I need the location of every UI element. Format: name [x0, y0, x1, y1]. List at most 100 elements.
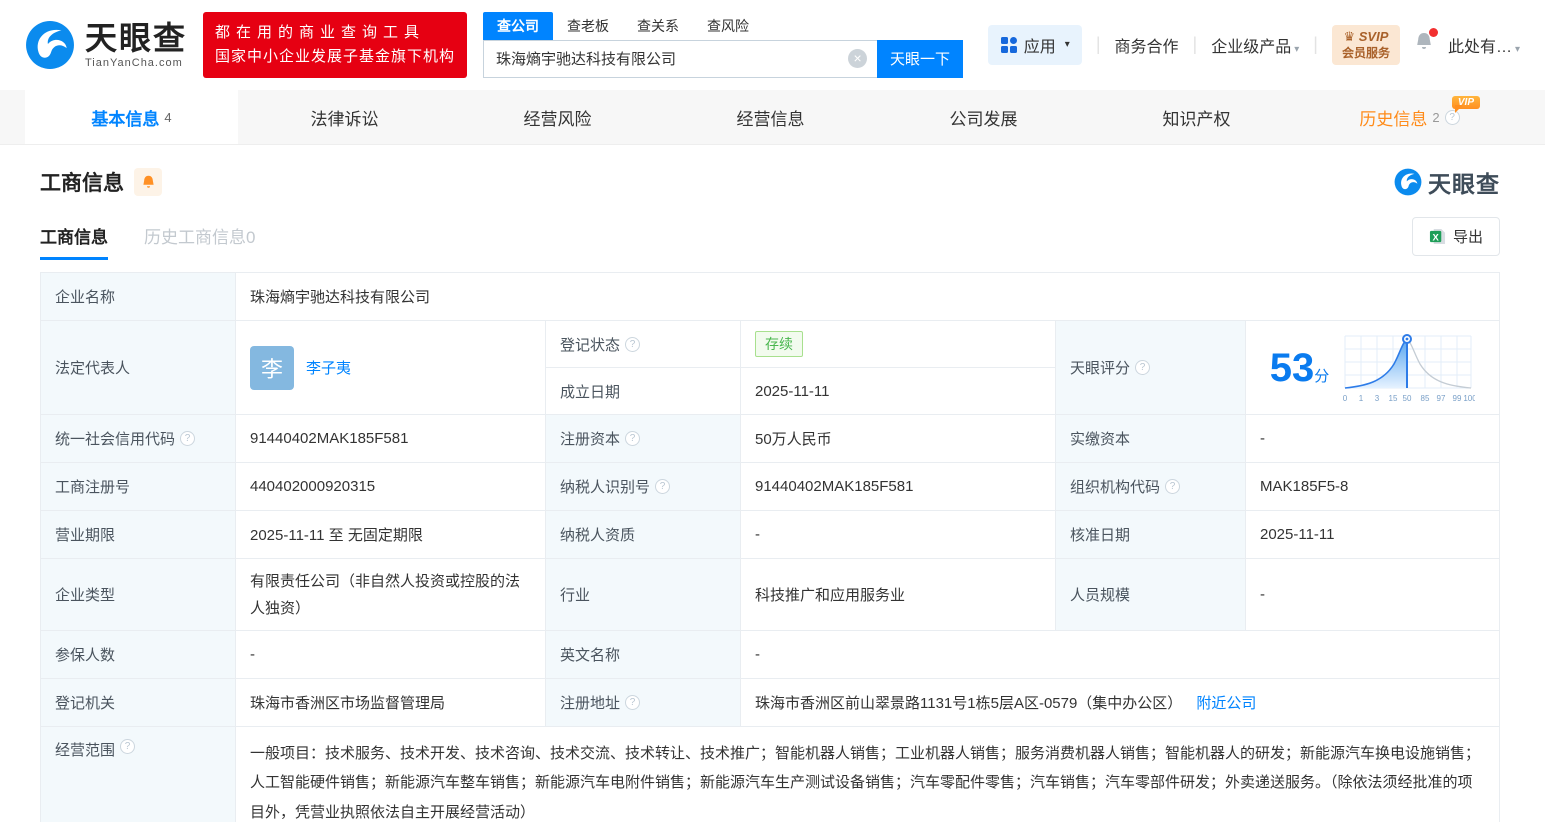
tab-label: 历史信息 [1359, 109, 1428, 129]
svg-text:85: 85 [1421, 394, 1430, 403]
search-box: × [483, 39, 878, 78]
field-label-reg-capital: 注册资本? [546, 415, 741, 463]
score-unit: 分 [1314, 367, 1330, 385]
field-label-insured-count: 参保人数 [41, 631, 236, 679]
svg-text:97: 97 [1437, 394, 1446, 403]
help-icon[interactable]: ? [625, 431, 641, 446]
help-icon[interactable]: ? [120, 739, 136, 754]
search-tabs: 查公司 查老板 查关系 查风险 [483, 11, 963, 40]
tab-count: 4 [164, 109, 172, 125]
export-button[interactable]: X 导出 [1411, 217, 1500, 256]
svg-text:50: 50 [1403, 394, 1412, 403]
field-label-org-code: 组织机构代码? [1056, 463, 1246, 511]
chevron-down-icon: ▾ [1514, 43, 1520, 55]
field-label-english-name: 英文名称 [546, 631, 741, 679]
tab-label: 基本信息 [91, 109, 160, 129]
chevron-down-icon: ▾ [1294, 43, 1300, 55]
tab-company-development[interactable]: 公司发展 [877, 90, 1090, 144]
logo-subtitle: TianYanCha.com [85, 56, 183, 69]
legal-rep-link[interactable]: 李子夷 [306, 357, 351, 378]
search-tab-risk[interactable]: 查风险 [693, 12, 763, 40]
field-label-legal-rep: 法定代表人 [41, 321, 236, 415]
field-label-credit-code: 统一社会信用代码? [41, 415, 236, 463]
watermark-label: 天眼查 [1428, 171, 1500, 197]
clear-search-icon[interactable]: × [848, 49, 868, 68]
search-tab-boss[interactable]: 查老板 [553, 12, 623, 40]
field-label-establish-date: 成立日期 [546, 368, 741, 415]
field-value-reg-status: 存续 [741, 321, 1056, 368]
logo-title: 天眼查 [85, 19, 188, 56]
search-tab-company[interactable]: 查公司 [483, 11, 554, 40]
tab-business-info[interactable]: 经营信息 [664, 90, 877, 144]
field-value-paid-capital: - [1246, 415, 1499, 463]
help-icon[interactable]: ? [625, 695, 641, 710]
help-icon[interactable]: ? [180, 431, 196, 446]
field-label-tyc-score: 天眼评分 ? [1056, 321, 1246, 415]
svg-text:X: X [1432, 232, 1439, 243]
field-label-paid-capital: 实缴资本 [1056, 415, 1246, 463]
tab-operating-risk[interactable]: 经营风险 [451, 90, 664, 144]
tab-history-info[interactable]: VIP 历史信息 2 ? [1303, 90, 1516, 144]
field-value-credit-code: 91440402MAK185F581 [236, 415, 546, 463]
help-icon[interactable]: ? [625, 336, 641, 352]
tab-intellectual-property[interactable]: 知识产权 [1090, 90, 1303, 144]
score-number: 53 [1269, 345, 1315, 390]
svip-label: SVIP [1358, 28, 1389, 44]
field-value-establish-date: 2025-11-11 [741, 368, 1056, 415]
banner-line2: 国家中小企业发展子基金旗下机构 [215, 48, 456, 65]
tab-basic-info[interactable]: 基本信息 4 [25, 90, 238, 144]
field-label-staff-size: 人员规模 [1056, 559, 1246, 631]
help-icon[interactable]: ? [655, 479, 671, 494]
field-value-staff-size: - [1246, 559, 1499, 631]
help-icon[interactable]: ? [1165, 479, 1181, 494]
tianyancha-logo[interactable]: 天眼查 TianYanCha.com [25, 20, 187, 70]
status-badge: 存续 [755, 331, 803, 357]
main-content: 工商信息 天眼查 工商信息 历史工商信息0 X 导出 企业名称 珠海熵宇驰达科技… [0, 165, 1545, 822]
tab-label: 经营信息 [736, 109, 805, 129]
svg-text:100: 100 [1464, 394, 1476, 403]
legal-rep-avatar[interactable]: 李 [250, 345, 294, 390]
section-title: 工商信息 [40, 172, 124, 195]
search-button[interactable]: 天眼一下 [877, 39, 964, 78]
enterprise-products-link[interactable]: 企业级产品 ▾ [1211, 33, 1299, 57]
apps-grid-icon [1000, 36, 1017, 53]
field-label-reg-status: 登记状态 ? [546, 321, 741, 368]
field-value-insured-count: - [236, 631, 546, 679]
search-tab-relation[interactable]: 查关系 [623, 12, 693, 40]
crown-icon: ♛ [1343, 28, 1356, 44]
svg-text:15: 15 [1389, 394, 1398, 403]
subtab-business-registration[interactable]: 工商信息 [40, 223, 108, 260]
divider: | [1095, 34, 1101, 55]
company-nav-tabs: 基本信息 4 法律诉讼 经营风险 经营信息 公司发展 知识产权 VIP 历史信息… [0, 90, 1545, 145]
tab-legal-proceedings[interactable]: 法律诉讼 [238, 90, 451, 144]
field-value-tyc-score: 53分 0 1 3 15 50 85 97 99 100 [1246, 321, 1499, 415]
divider: | [1192, 34, 1198, 55]
field-value-reg-address: 珠海市香洲区前山翠景路1131号1栋5层A区-0579（集中办公区） 附近公司 [741, 679, 1499, 727]
user-menu[interactable]: 此处有… ▾ [1448, 33, 1520, 57]
notifications-bell-icon[interactable] [1414, 28, 1438, 58]
svg-text:0: 0 [1343, 394, 1348, 403]
nearby-companies-link[interactable]: 附近公司 [1196, 692, 1256, 713]
tab-label: 法律诉讼 [310, 109, 379, 129]
field-value-english-name: - [741, 631, 1499, 679]
export-label: 导出 [1452, 229, 1483, 246]
field-value-reg-capital: 50万人民币 [741, 415, 1056, 463]
field-label-reg-address: 注册地址? [546, 679, 741, 727]
subtab-history-registration[interactable]: 历史工商信息0 [144, 223, 255, 260]
field-value-approval-date: 2025-11-11 [1246, 511, 1499, 559]
subscribe-bell-icon[interactable] [134, 168, 162, 196]
apps-menu[interactable]: 应用 ▾ [987, 24, 1082, 65]
svip-member-button[interactable]: ♛ SVIP 会员服务 [1331, 24, 1400, 66]
field-label-industry: 行业 [546, 559, 741, 631]
svg-text:1: 1 [1359, 394, 1364, 403]
business-coop-link[interactable]: 商务合作 [1115, 33, 1179, 57]
chevron-down-icon: ▾ [1064, 39, 1070, 51]
field-label-taxpayer-id: 纳税人识别号? [546, 463, 741, 511]
registration-info-table: 企业名称 珠海熵宇驰达科技有限公司 法定代表人 李 李子夷 登记状态 ? 存续 … [40, 272, 1500, 822]
search-input[interactable] [484, 50, 878, 67]
search-area: 查公司 查老板 查关系 查风险 × 天眼一下 [483, 11, 964, 78]
help-icon[interactable]: ? [1135, 360, 1151, 375]
svg-text:3: 3 [1375, 394, 1380, 403]
tab-label: 公司发展 [949, 109, 1018, 129]
field-value-taxpayer-id: 91440402MAK185F581 [741, 463, 1056, 511]
